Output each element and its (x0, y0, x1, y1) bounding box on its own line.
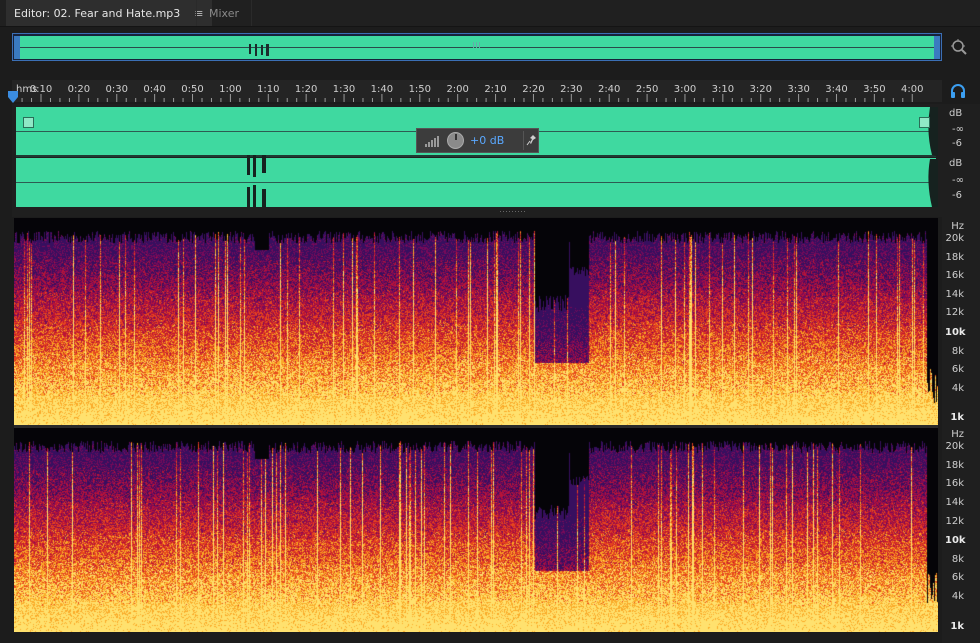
tab-editor-label: Editor: 02. Fear and Hate.mp3 (14, 6, 181, 20)
ruler-tick-label: 0:30 (105, 84, 128, 95)
ruler-tick-label: 2:00 (446, 84, 469, 95)
ruler-tick-label: 0:10 (29, 84, 53, 95)
frequency-scale-label: Hz (951, 221, 964, 232)
frequency-scale-label: 16k (945, 270, 964, 281)
ruler-ticks (12, 94, 913, 102)
ruler-tick-label: 1:50 (408, 84, 432, 95)
waveform-dropout-marks (247, 155, 266, 207)
frequency-scale-label: 14k (945, 289, 964, 300)
fade-in-icon[interactable] (23, 117, 34, 128)
panel-splitter[interactable] (500, 210, 526, 214)
overview-dropout-marks (249, 44, 269, 56)
db-scale-label: -6 (952, 190, 962, 201)
frequency-scale-label: 6k (951, 364, 964, 375)
frequency-scale-label: 16k (945, 478, 964, 489)
ruler-tick-label: 2:20 (522, 84, 545, 95)
tab-mixer[interactable]: Mixer (196, 0, 253, 26)
db-scale-label: -∞ (952, 175, 964, 186)
ruler-tick-label: 3:10 (711, 84, 735, 95)
db-scale-label: -6 (952, 138, 962, 149)
ruler-tick-label: 3:20 (749, 84, 772, 95)
overview-left-handle[interactable] (14, 36, 20, 59)
frequency-scale-label: 12k (945, 307, 964, 318)
ruler-tick-label: 2:30 (560, 84, 583, 95)
ruler-tick-label: 1:20 (294, 84, 318, 95)
ruler-tick-label: 1:40 (370, 84, 394, 95)
ruler-tick-label: 4:00 (901, 84, 924, 95)
spectrogram-left[interactable] (14, 218, 938, 425)
ruler-tick-label: 2:40 (597, 84, 621, 95)
ruler-tick-label: 3:50 (863, 84, 886, 95)
frequency-scale-label: Hz (951, 429, 964, 440)
ruler-tick-label: 3:00 (673, 84, 697, 95)
ruler-tick-label: 0:40 (143, 84, 166, 95)
waveform-centerline-right (16, 182, 936, 183)
ruler-tick-label: 2:10 (484, 84, 507, 95)
playhead-marker-icon[interactable] (8, 91, 18, 103)
db-scale-label: dB (949, 158, 963, 169)
tab-editor[interactable]: Editor: 02. Fear and Hate.mp3 ≡ (6, 0, 212, 26)
channel-separator (16, 155, 936, 157)
fade-out-icon[interactable] (919, 117, 930, 128)
frequency-scale-label: 6k (951, 572, 964, 583)
frequency-scale-label: 8k (951, 554, 964, 565)
overview-navigator[interactable] (12, 33, 942, 61)
frequency-scale-label: 10k (945, 535, 966, 546)
frequency-scale-label: 8k (951, 346, 964, 357)
frequency-scale-label: 4k (951, 591, 964, 602)
frequency-scale-label: 18k (945, 252, 964, 263)
overview-grip-icon[interactable] (473, 42, 481, 48)
ruler-tick-label: 0:20 (67, 84, 91, 95)
pin-icon[interactable] (523, 131, 540, 150)
ruler-tick-label: 1:10 (257, 84, 280, 95)
db-scale-label: dB (949, 108, 963, 119)
overview-right-handle[interactable] (934, 36, 940, 59)
frequency-scale-label: 20k (945, 233, 964, 244)
frequency-scale-label: 12k (945, 516, 964, 527)
frequency-scale-label: 1k (950, 621, 964, 632)
db-scale-label: -∞ (952, 124, 964, 135)
frequency-scale-label: 1k (950, 412, 964, 423)
time-ruler[interactable]: hms 0:10 0:20 0:30 0:40 0:50 1:00 1:10 1:20 1:30… (12, 80, 942, 102)
ruler-tick-label: 2:50 (635, 84, 659, 95)
level-bars-icon (425, 136, 439, 147)
spectrogram-right[interactable] (14, 428, 938, 632)
tab-mixer-label: Mixer (209, 6, 240, 20)
frequency-scale-label: 20k (945, 441, 964, 452)
frequency-scale-label: 18k (945, 460, 964, 471)
frequency-scale-label: 10k (945, 327, 966, 338)
ruler-tick-label: 3:30 (787, 84, 810, 95)
ruler-tick-label: 1:00 (219, 84, 242, 95)
ruler-tick-label: 3:40 (825, 84, 848, 95)
zoom-target-icon[interactable] (950, 38, 968, 56)
ruler-tick-label: 1:30 (332, 84, 356, 95)
frequency-scale-label: 14k (945, 497, 964, 508)
frequency-scale-label: 4k (951, 383, 964, 394)
gain-knob[interactable] (447, 132, 464, 149)
gain-value[interactable]: +0 dB (470, 134, 504, 147)
gain-hud[interactable]: +0 dB (416, 128, 539, 153)
headphones-icon[interactable] (950, 84, 966, 98)
ruler-tick-label: 0:50 (181, 84, 204, 95)
